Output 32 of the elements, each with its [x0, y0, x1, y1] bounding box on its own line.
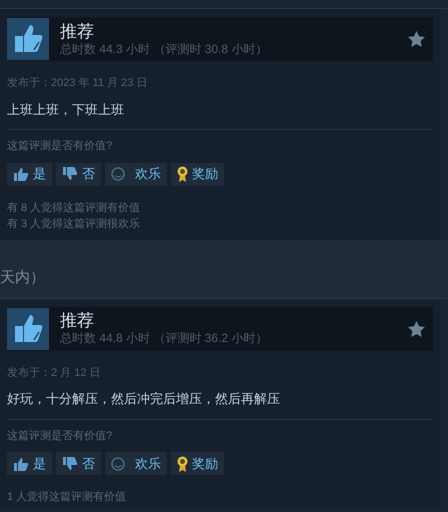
helpful-count: 1 人觉得这篇评测有价值 [7, 490, 128, 505]
vote-button[interactable]: 是 [7, 452, 52, 475]
medal-icon [177, 456, 188, 472]
hours-played: 总时数 44.8 小时 （评测时 36.2 小时） [60, 331, 268, 346]
smiley-icon [111, 167, 125, 181]
posted-date: 发布于：2023 年 11 月 23 日 [7, 76, 148, 91]
vote-button[interactable]: 奖励 [171, 452, 224, 475]
verdict-title: 推荐 [60, 311, 95, 331]
helpful-count: 有 3 人觉得这篇评测很欢乐 [7, 216, 142, 232]
thumbs-down-icon [62, 456, 78, 470]
verdict-title: 推荐 [60, 22, 95, 42]
review-text: 好玩，十分解压，然后冲完后增压，然后再解压 [7, 390, 281, 408]
section-heading: 天内） [0, 268, 45, 288]
posted-date: 发布于：2 月 12 日 [7, 366, 102, 380]
vote-button[interactable]: 奖励 [171, 162, 224, 186]
star-icon[interactable] [408, 31, 425, 47]
thumbs-down-icon [62, 167, 78, 181]
thumbs-up-icon [13, 167, 29, 181]
medal-icon [177, 166, 188, 182]
vote-button[interactable]: 欢乐 [105, 452, 167, 475]
helpful-count: 有 8 人觉得这篇评测有价值 [7, 200, 142, 216]
vote-button[interactable]: 是 [7, 162, 52, 186]
helpful-question: 这篇评测是否有价值? [7, 138, 114, 154]
hours-played: 总时数 44.3 小时 （评测时 30.8 小时） [60, 42, 268, 56]
review-text: 上班上班，下班上班 [7, 100, 125, 118]
vote-button[interactable]: 否 [56, 452, 101, 475]
thumbs-up-icon [13, 456, 29, 470]
smiley-icon [111, 456, 125, 470]
helpful-question: 这篇评测是否有价值? [7, 428, 114, 444]
star-icon[interactable] [408, 320, 425, 336]
vote-button[interactable]: 否 [56, 162, 101, 186]
vote-button[interactable]: 欢乐 [105, 162, 167, 186]
